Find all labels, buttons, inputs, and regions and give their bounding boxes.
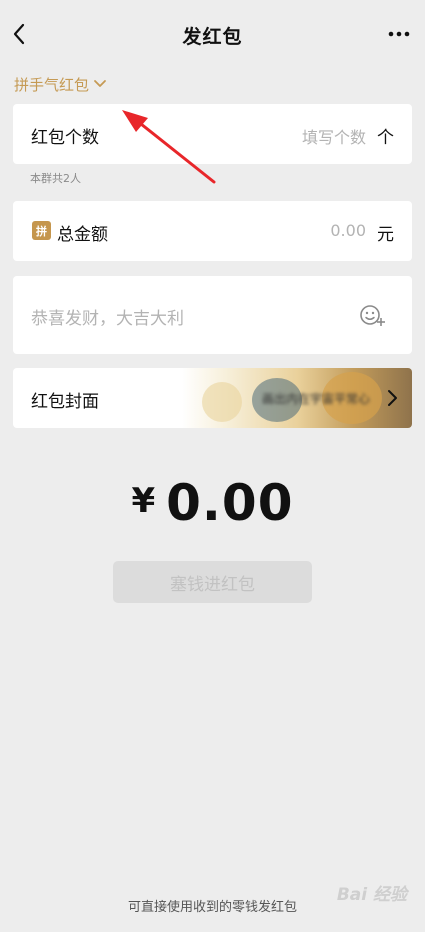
watermark-logo: Bai 经验 xyxy=(336,885,407,905)
chevron-down-icon xyxy=(94,80,106,87)
total-amount-input[interactable]: 0.00 xyxy=(330,221,366,240)
chevron-right-icon xyxy=(388,390,397,406)
packet-type-label: 拼手气红包 xyxy=(14,75,90,94)
message-input[interactable]: 恭喜发财，大吉大利 xyxy=(31,304,184,329)
total-amount-value: 0.00 xyxy=(166,474,294,532)
red-arrow-icon xyxy=(122,110,216,184)
packet-count-unit: 个 xyxy=(377,128,394,148)
currency-symbol: ¥ xyxy=(131,481,157,521)
total-amount-row[interactable]: 拼 总金额 0.00 元 xyxy=(13,201,412,261)
message-row[interactable]: 恭喜发财，大吉大利 xyxy=(13,276,412,354)
send-packet-button[interactable]: 塞钱进红包 xyxy=(113,561,312,603)
total-amount-label: 总金额 xyxy=(57,225,108,245)
lucky-badge-icon: 拼 xyxy=(32,221,51,240)
more-dots-icon[interactable] xyxy=(387,24,411,44)
group-member-hint: 本群共2人 xyxy=(30,172,81,185)
packet-type-selector[interactable]: 拼手气红包 xyxy=(14,72,107,96)
cover-decoration xyxy=(202,382,242,422)
total-display: ¥0.00 xyxy=(0,474,425,532)
packet-count-input[interactable]: 填写个数 xyxy=(302,124,366,148)
packet-count-label: 红包个数 xyxy=(31,128,99,148)
cover-label: 红包封面 xyxy=(31,392,99,412)
total-amount-unit: 元 xyxy=(377,225,394,245)
page-title: 发红包 xyxy=(182,26,243,48)
nav-bar: 发红包 xyxy=(0,0,425,68)
emoji-add-icon[interactable] xyxy=(358,301,386,329)
cover-row[interactable]: 红包封面 画出内在宇宙平常心 xyxy=(13,368,412,428)
cover-name: 画出内在宇宙平常心 xyxy=(261,392,370,406)
